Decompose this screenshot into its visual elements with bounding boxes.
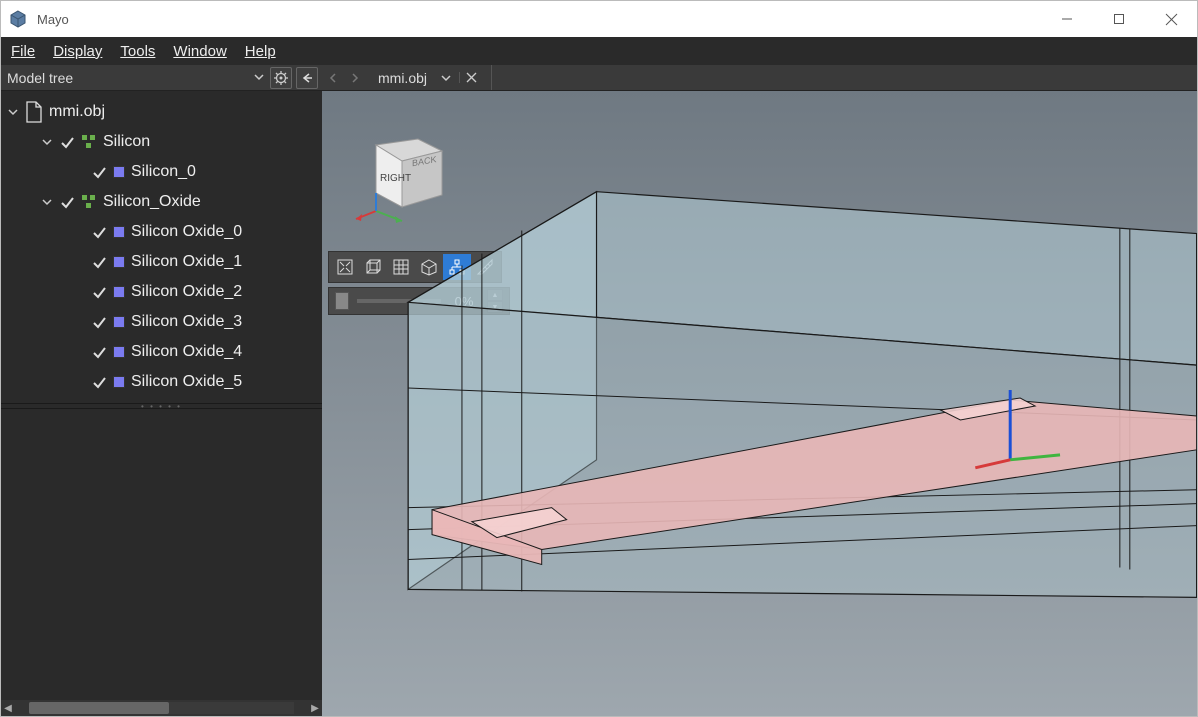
mesh-icon <box>113 226 125 238</box>
tree-label: Silicon_0 <box>131 163 196 181</box>
content-area: mmi.obj Silicon Silicon_0 <box>1 91 1197 716</box>
group-icon <box>81 134 97 150</box>
tree-label: Silicon Oxide_4 <box>131 343 242 361</box>
visibility-check-icon[interactable] <box>59 134 75 150</box>
tree-label: Silicon <box>103 133 150 151</box>
tree-item-silicon-oxide-5[interactable]: Silicon Oxide_5 <box>1 367 322 397</box>
tree-label: Silicon Oxide_0 <box>131 223 242 241</box>
tree-label: mmi.obj <box>49 103 105 121</box>
model-tree[interactable]: mmi.obj Silicon Silicon_0 <box>1 91 322 403</box>
visibility-check-icon[interactable] <box>59 194 75 210</box>
tree-group-silicon[interactable]: Silicon <box>1 127 322 157</box>
caret-down-icon[interactable] <box>41 196 53 208</box>
mesh-icon <box>113 346 125 358</box>
settings-button[interactable] <box>270 67 292 89</box>
properties-panel <box>1 409 322 700</box>
document-tab-bar: mmi.obj <box>322 65 1197 90</box>
tree-item-silicon-oxide-0[interactable]: Silicon Oxide_0 <box>1 217 322 247</box>
horizontal-scrollbar[interactable]: ◀ ▶ <box>1 700 322 716</box>
visibility-check-icon[interactable] <box>91 374 107 390</box>
scroll-right-icon[interactable]: ▶ <box>308 703 322 714</box>
tree-item-silicon-0[interactable]: Silicon_0 <box>1 157 322 187</box>
titlebar: Mayo <box>1 1 1197 37</box>
collapse-panel-button[interactable] <box>296 67 318 89</box>
menu-file[interactable]: File <box>11 43 35 60</box>
caret-down-icon[interactable] <box>7 106 19 118</box>
tree-item-silicon-oxide-2[interactable]: Silicon Oxide_2 <box>1 277 322 307</box>
model-tree-label: Model tree <box>7 70 250 86</box>
scroll-thumb[interactable] <box>29 702 169 714</box>
close-button[interactable] <box>1145 1 1197 37</box>
mesh-icon <box>113 286 125 298</box>
mesh-icon <box>113 256 125 268</box>
document-tab[interactable]: mmi.obj <box>372 70 433 86</box>
visibility-check-icon[interactable] <box>91 344 107 360</box>
menu-help[interactable]: Help <box>245 43 276 60</box>
dropdown-icon[interactable] <box>254 72 266 84</box>
caret-down-icon[interactable] <box>41 136 53 148</box>
minimize-button[interactable] <box>1041 1 1093 37</box>
mesh-icon <box>113 316 125 328</box>
menu-window[interactable]: Window <box>173 43 226 60</box>
tree-label: Silicon_Oxide <box>103 193 201 211</box>
tree-label: Silicon Oxide_2 <box>131 283 242 301</box>
tab-close-button[interactable] <box>459 72 483 83</box>
visibility-check-icon[interactable] <box>91 164 107 180</box>
tab-dropdown-icon[interactable] <box>441 73 451 83</box>
visibility-check-icon[interactable] <box>91 224 107 240</box>
visibility-check-icon[interactable] <box>91 284 107 300</box>
menu-display[interactable]: Display <box>53 43 102 60</box>
toolbar-row: Model tree mmi.obj <box>1 65 1197 91</box>
3d-viewport[interactable]: RIGHT BACK 0% ▲▼ <box>322 91 1197 716</box>
mesh-icon <box>113 166 125 178</box>
tab-prev-button[interactable] <box>328 72 342 84</box>
app-logo-icon <box>9 10 27 28</box>
tree-group-silicon-oxide[interactable]: Silicon_Oxide <box>1 187 322 217</box>
tree-label: Silicon Oxide_5 <box>131 373 242 391</box>
3d-scene <box>322 91 1197 716</box>
tab-next-button[interactable] <box>350 72 364 84</box>
tree-root[interactable]: mmi.obj <box>1 97 322 127</box>
tree-item-silicon-oxide-4[interactable]: Silicon Oxide_4 <box>1 337 322 367</box>
model-tree-header: Model tree <box>1 65 322 90</box>
scroll-left-icon[interactable]: ◀ <box>1 703 15 714</box>
tree-label: Silicon Oxide_1 <box>131 253 242 271</box>
tree-label: Silicon Oxide_3 <box>131 313 242 331</box>
file-icon <box>25 101 43 123</box>
sidebar: mmi.obj Silicon Silicon_0 <box>1 91 322 716</box>
mesh-icon <box>113 376 125 388</box>
visibility-check-icon[interactable] <box>91 314 107 330</box>
menubar: File Display Tools Window Help <box>1 37 1197 65</box>
group-icon <box>81 194 97 210</box>
visibility-check-icon[interactable] <box>91 254 107 270</box>
tree-item-silicon-oxide-1[interactable]: Silicon Oxide_1 <box>1 247 322 277</box>
tree-item-silicon-oxide-3[interactable]: Silicon Oxide_3 <box>1 307 322 337</box>
maximize-button[interactable] <box>1093 1 1145 37</box>
window-controls <box>1041 1 1197 37</box>
window-title: Mayo <box>37 12 69 27</box>
menu-tools[interactable]: Tools <box>120 43 155 60</box>
